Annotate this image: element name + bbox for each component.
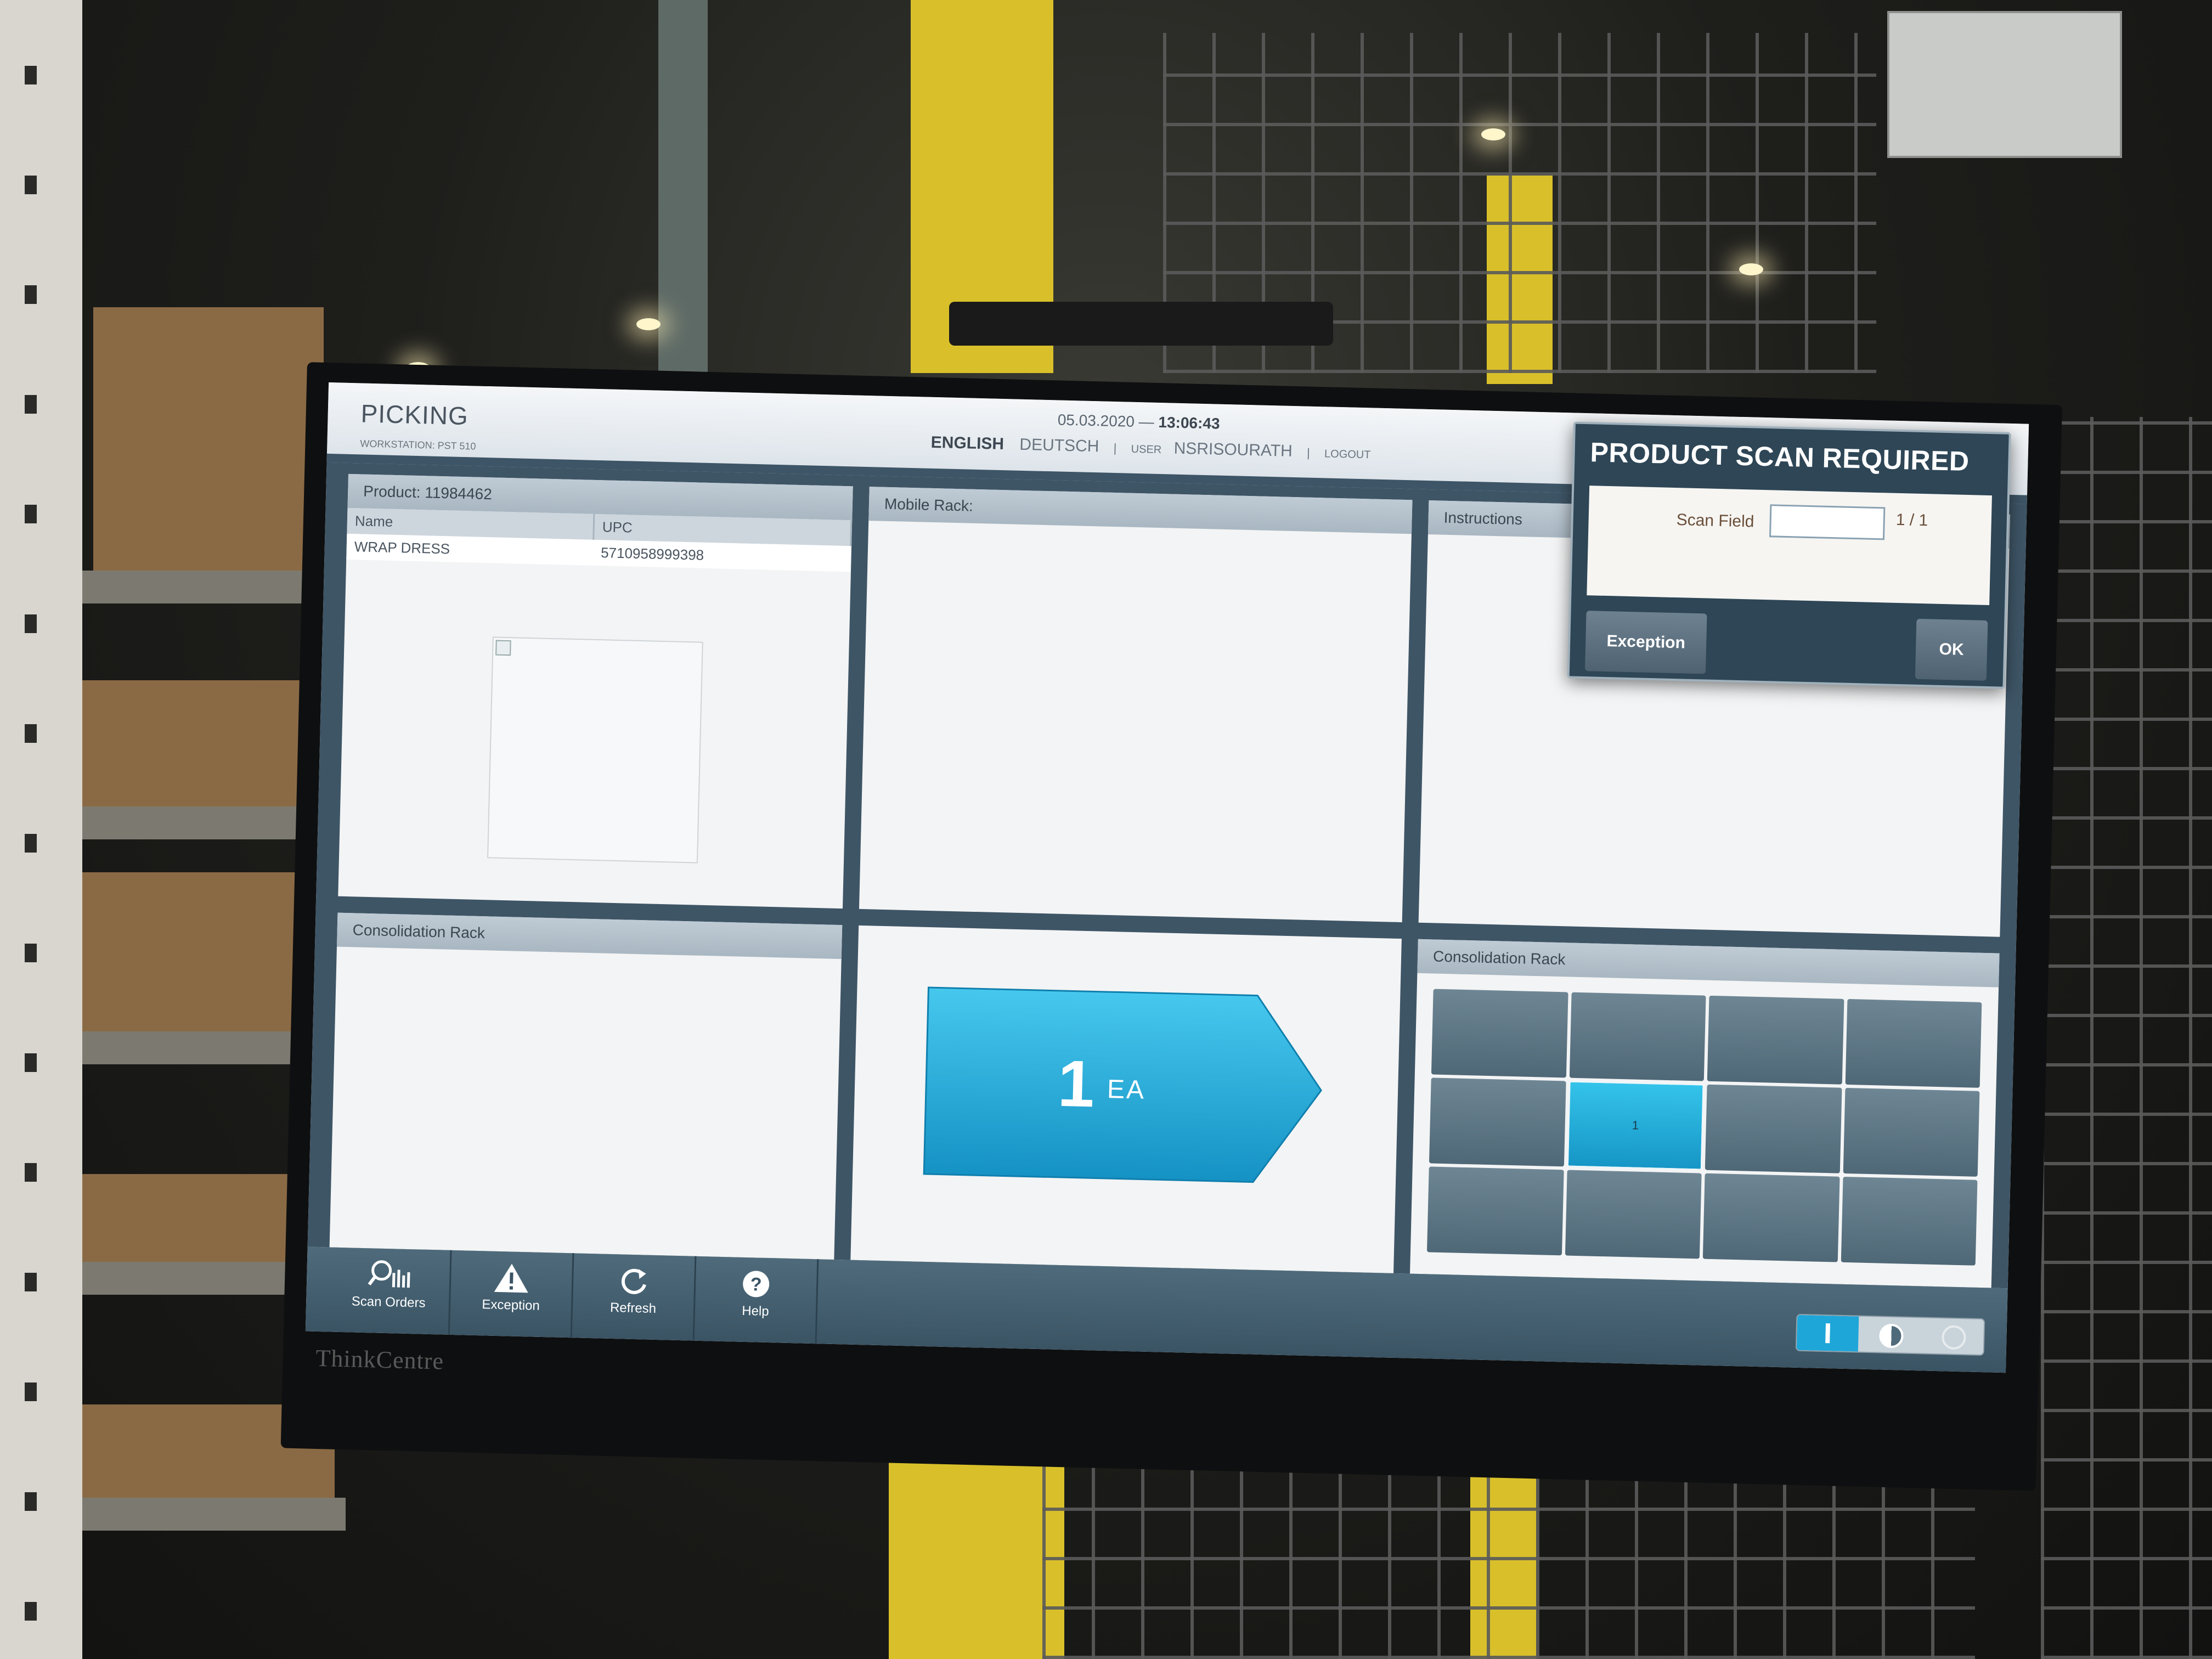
exception-button[interactable]: Exception xyxy=(1584,611,1707,674)
upright-hole xyxy=(25,944,37,962)
rack-slot[interactable] xyxy=(1426,1166,1564,1256)
shelving-upright xyxy=(0,0,82,1659)
help-label: Help xyxy=(741,1303,769,1319)
logout-link[interactable]: LOGOUT xyxy=(1324,448,1371,461)
datetime: 05.03.2020 — 13:06:43 xyxy=(1057,411,1220,432)
quantity-indicator: 1 EA xyxy=(918,982,1329,1189)
upright-hole xyxy=(25,724,37,743)
language-deutsch-link[interactable]: DEUTSCH xyxy=(1019,436,1099,456)
mode-power-icon[interactable] xyxy=(1796,1314,1859,1352)
upright-hole xyxy=(25,505,37,523)
upright-hole xyxy=(25,395,37,414)
upright-hole xyxy=(25,614,37,633)
cardboard-box xyxy=(82,680,313,806)
rack-slot[interactable]: 1 xyxy=(1567,1081,1704,1170)
refresh-icon xyxy=(621,1268,646,1294)
consolidation-left-title: Consolidation Rack xyxy=(336,912,843,960)
product-panel: Product: 11984462 Name UPC WRAP DRESS 57… xyxy=(338,473,853,909)
ceiling-lamp xyxy=(1481,128,1505,140)
quantity-value: 1 xyxy=(1057,1046,1096,1121)
scan-orders-button[interactable]: Scan Orders xyxy=(327,1247,452,1335)
upright-hole xyxy=(25,1602,37,1621)
electrical-box xyxy=(1887,11,2122,158)
upright-hole xyxy=(25,1163,37,1182)
quantity-panel: 1 EA xyxy=(850,925,1402,1273)
scan-count: 1 / 1 xyxy=(1895,510,1928,530)
yellow-column xyxy=(889,1437,1064,1659)
upright-hole xyxy=(25,176,37,194)
scan-field-input[interactable] xyxy=(1769,504,1886,540)
consolidation-right-title: Consolidation Rack xyxy=(1417,939,2000,988)
consolidation-left-panel: Consolidation Rack xyxy=(329,912,843,1260)
cardboard-box xyxy=(93,307,324,571)
upright-hole xyxy=(25,66,37,84)
scan-orders-label: Scan Orders xyxy=(351,1294,426,1311)
separator: | xyxy=(1306,445,1311,460)
page-title: PICKING xyxy=(360,399,469,431)
scanner-bar xyxy=(949,302,1333,346)
dialog-body: Scan Field 1 / 1 xyxy=(1587,486,1992,606)
rack-slot[interactable] xyxy=(1429,1077,1566,1167)
user-label: USER xyxy=(1131,443,1162,456)
workstation-label: WORKSTATION: PST 510 xyxy=(360,438,476,452)
mobile-rack-panel: Mobile Rack: xyxy=(859,487,1413,923)
rack-slot[interactable] xyxy=(1569,992,1706,1081)
consolidation-rack-grid: 1 xyxy=(1426,989,1982,1266)
rack-slot[interactable] xyxy=(1845,998,1982,1088)
warning-icon xyxy=(494,1263,528,1293)
svg-text:?: ? xyxy=(750,1274,762,1295)
upright-hole xyxy=(25,1383,37,1401)
product-image xyxy=(487,636,703,864)
exception-toolbar-label: Exception xyxy=(482,1297,540,1313)
wire-cage xyxy=(2041,417,2212,1659)
upright-hole xyxy=(25,1273,37,1291)
mobile-rack-title: Mobile Rack: xyxy=(868,487,1413,534)
user-name: NSRISOURATH xyxy=(1173,439,1293,460)
rack-slot[interactable] xyxy=(1843,1087,1980,1177)
rack-slot[interactable] xyxy=(1702,1173,1840,1262)
display-mode-toggle[interactable] xyxy=(1795,1313,1985,1356)
product-name-cell: WRAP DRESS xyxy=(346,533,594,566)
help-button[interactable]: ? Help xyxy=(694,1256,819,1344)
exception-toolbar-button[interactable]: Exception xyxy=(449,1250,574,1338)
date-text: 05.03.2020 xyxy=(1057,411,1135,430)
quantity-unit: EA xyxy=(1107,1075,1146,1105)
shelf xyxy=(82,1498,346,1531)
upright-hole xyxy=(25,1053,37,1072)
ceiling-lamp xyxy=(1739,263,1763,275)
ceiling-lamp xyxy=(636,318,661,330)
upright-hole xyxy=(25,1492,37,1511)
broken-image-icon xyxy=(495,640,511,656)
time-text: 13:06:43 xyxy=(1158,413,1220,432)
rack-slot[interactable] xyxy=(1705,1084,1842,1173)
rack-slot[interactable] xyxy=(1841,1176,1978,1266)
rack-slot[interactable] xyxy=(1431,989,1568,1078)
product-upc-cell: 5710958999398 xyxy=(592,539,851,572)
monitor-brand: ThinkCentre xyxy=(315,1344,444,1375)
ok-button[interactable]: OK xyxy=(1915,618,1988,681)
mode-half-icon[interactable] xyxy=(1859,1317,1922,1353)
separator: | xyxy=(1113,441,1117,455)
language-bar: ENGLISH DEUTSCH | USER NSRISOURATH | LOG… xyxy=(930,433,1371,463)
cardboard-box xyxy=(82,872,313,1031)
scan-orders-icon xyxy=(368,1260,410,1288)
pole xyxy=(658,0,708,373)
refresh-button[interactable]: Refresh xyxy=(572,1253,697,1341)
dialog-title: PRODUCT SCAN REQUIRED xyxy=(1590,437,1970,477)
mode-circle-icon[interactable] xyxy=(1922,1318,1984,1355)
upright-hole xyxy=(25,834,37,853)
rack-slot[interactable] xyxy=(1565,1170,1702,1259)
refresh-label: Refresh xyxy=(610,1300,657,1317)
help-icon: ? xyxy=(743,1271,770,1297)
product-scan-dialog: PRODUCT SCAN REQUIRED Scan Field 1 / 1 E… xyxy=(1567,421,2011,689)
consolidation-right-panel: Consolidation Rack 1 xyxy=(1410,939,2000,1288)
language-english-link[interactable]: ENGLISH xyxy=(930,433,1004,453)
upright-hole xyxy=(25,285,37,304)
monitor: ThinkCentre PICKING WORKSTATION: PST 510… xyxy=(280,362,2063,1491)
date-separator: — xyxy=(1134,413,1159,431)
rack-slot[interactable] xyxy=(1707,995,1844,1085)
screen: PICKING WORKSTATION: PST 510 05.03.2020 … xyxy=(305,382,2029,1373)
scan-field-label: Scan Field xyxy=(1676,511,1754,531)
